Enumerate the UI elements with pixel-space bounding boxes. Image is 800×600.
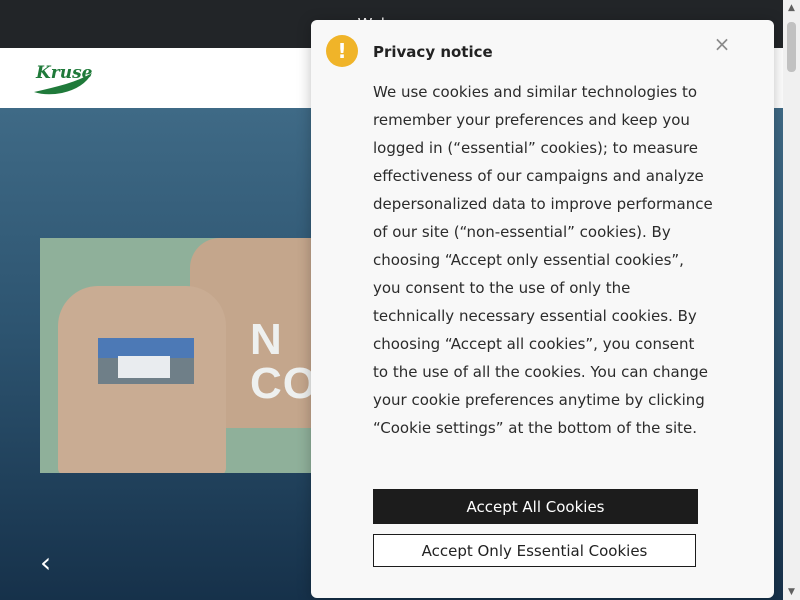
banner-headline: N CO: [250, 315, 318, 408]
warning-icon: !: [326, 35, 358, 67]
scroll-up-arrow-icon[interactable]: ▲: [783, 0, 800, 16]
hoodie-print: [98, 338, 194, 384]
scroll-down-arrow-icon[interactable]: ▼: [783, 584, 800, 600]
privacy-dialog: ! Privacy notice × We use cookies and si…: [311, 20, 774, 598]
kruse-logo[interactable]: Kruse: [32, 58, 94, 98]
chevron-left-icon[interactable]: ‹: [40, 546, 51, 579]
dialog-body-text: We use cookies and similar technologies …: [373, 83, 713, 437]
page-scrollbar[interactable]: ▲ ▼: [783, 0, 800, 600]
accept-essential-cookies-button[interactable]: Accept Only Essential Cookies: [373, 534, 696, 567]
hero-slide-image[interactable]: N CO: [40, 238, 330, 473]
close-icon[interactable]: ×: [712, 34, 732, 54]
accept-all-cookies-button[interactable]: Accept All Cookies: [373, 489, 698, 524]
dialog-title: Privacy notice: [373, 43, 493, 61]
scroll-thumb[interactable]: [787, 22, 796, 72]
